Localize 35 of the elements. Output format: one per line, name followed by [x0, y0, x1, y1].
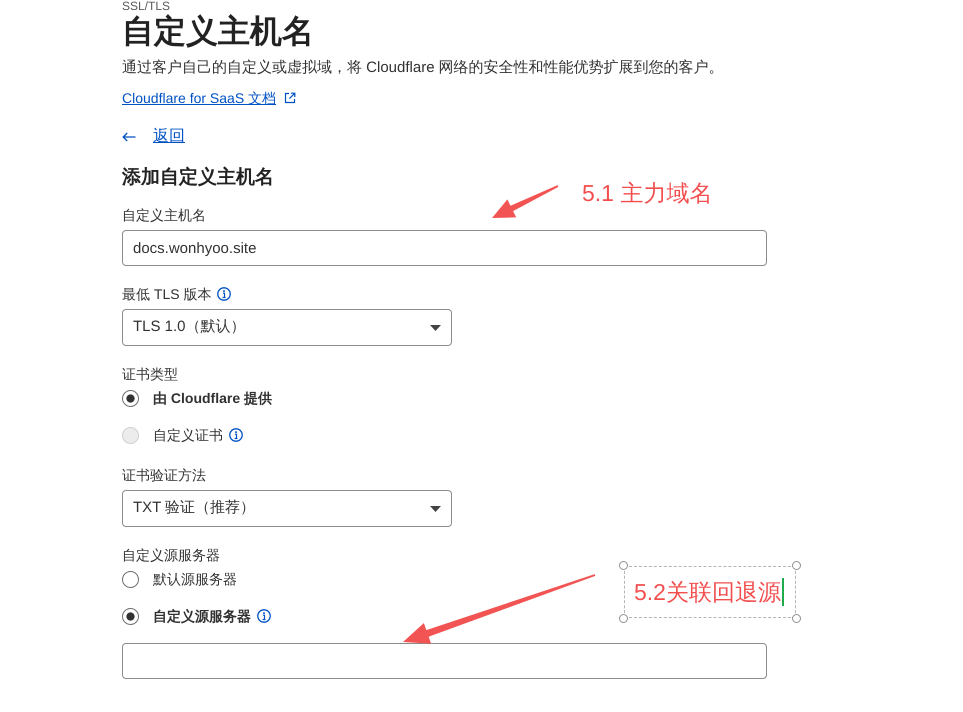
select-field[interactable]: TXT 验证（推荐） — [122, 490, 452, 527]
resize-handle-icon[interactable] — [619, 561, 628, 570]
text-cursor — [782, 578, 784, 606]
radio-button[interactable] — [122, 608, 139, 624]
back-link[interactable]: 返回 — [153, 126, 185, 148]
resize-handle-icon[interactable] — [792, 614, 801, 623]
radio-button[interactable] — [122, 390, 139, 406]
field-label: 自定义源服务器 — [122, 546, 220, 565]
caret-icon — [430, 324, 441, 330]
select-field[interactable]: TLS 1.0（默认） — [122, 309, 452, 346]
radio-label: 默认源服务器 — [153, 570, 237, 589]
back-arrow-icon[interactable] — [122, 132, 136, 142]
radio-label: 自定义源服务器 — [153, 607, 251, 626]
page-title: 自定义主机名 — [122, 13, 315, 49]
page-description: 通过客户自己的自定义或虚拟域，将 Cloudflare 网络的安全性和性能优势扩展到您的客户。 — [122, 58, 725, 78]
radio-button[interactable] — [122, 570, 139, 588]
info-icon[interactable] — [217, 287, 232, 301]
input-field[interactable] — [122, 643, 767, 679]
external-link-icon[interactable] — [284, 92, 296, 104]
field-label: 自定义主机名 — [122, 206, 206, 225]
annotation-text: 5.2关联回退源 — [634, 578, 781, 607]
field-label: 证书类型 — [122, 365, 178, 384]
breadcrumb-text: SSL/TLS — [122, 0, 172, 13]
radio-label: 由 Cloudflare 提供 — [153, 389, 272, 408]
annotation-text: 5.1 主力域名 — [582, 179, 712, 208]
resize-handle-icon[interactable] — [792, 561, 801, 570]
docs-link[interactable]: Cloudflare for SaaS 文档 — [122, 88, 276, 108]
form-heading: 添加自定义主机名 — [122, 166, 275, 190]
field-label: 最低 TLS 版本 — [122, 285, 212, 304]
resize-handle-icon[interactable] — [619, 614, 628, 623]
text-input[interactable]: docs.wonhyoo.site — [122, 230, 767, 266]
radio-label: 自定义证书 — [153, 426, 223, 445]
field-label: 证书验证方法 — [122, 466, 206, 485]
info-icon[interactable] — [257, 609, 271, 623]
caret-icon — [430, 506, 441, 512]
